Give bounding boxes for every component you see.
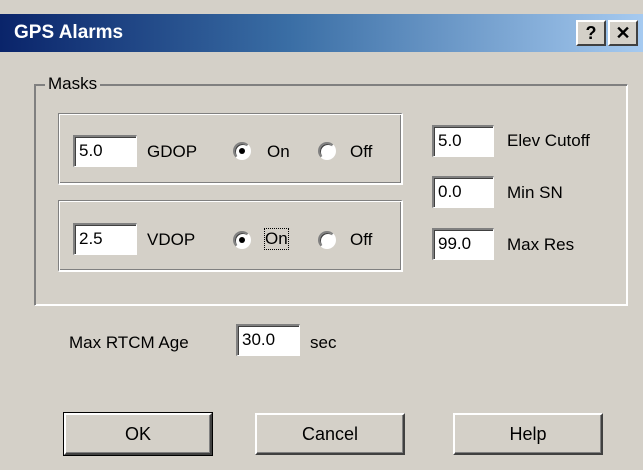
gdop-label: GDOP — [147, 142, 198, 161]
elev-cutoff-label: Elev Cutoff — [507, 131, 590, 150]
gdop-off-radio[interactable] — [318, 142, 336, 160]
max-res-label: Max Res — [507, 235, 575, 254]
gdop-off-label[interactable]: Off — [350, 142, 372, 162]
max-rtcm-age-label: Max RTCM Age — [69, 333, 189, 352]
ok-button[interactable]: OK — [63, 412, 213, 456]
vdop-value-input[interactable]: 2.5 — [73, 223, 137, 255]
vdop-off-radio[interactable] — [318, 231, 336, 249]
title-bar[interactable]: GPS Alarms ? ✕ — [0, 14, 643, 52]
elev-cutoff-input[interactable]: 5.0 — [432, 125, 494, 157]
rtcm-unit-label: sec — [310, 333, 337, 352]
min-sn-input[interactable]: 0.0 — [432, 176, 494, 208]
cancel-button[interactable]: Cancel — [255, 413, 405, 455]
gps-alarms-dialog: GPS Alarms ? ✕ Masks 5.0 GDOP On Off 2.5… — [0, 0, 643, 470]
gdop-value-input[interactable]: 5.0 — [73, 135, 137, 167]
vdop-off-label[interactable]: Off — [350, 230, 372, 250]
vdop-on-label[interactable]: On — [264, 228, 289, 250]
help-question-button[interactable]: ? — [576, 20, 606, 46]
close-icon[interactable]: ✕ — [608, 20, 638, 46]
vdop-label: VDOP — [147, 230, 196, 249]
vdop-on-radio[interactable] — [233, 231, 251, 249]
max-res-input[interactable]: 99.0 — [432, 228, 494, 260]
gdop-on-radio[interactable] — [233, 142, 251, 160]
min-sn-label: Min SN — [507, 183, 563, 202]
gdop-on-label[interactable]: On — [267, 142, 290, 162]
help-button[interactable]: Help — [453, 413, 603, 455]
max-rtcm-age-input[interactable]: 30.0 — [236, 324, 300, 356]
masks-legend: Masks — [45, 74, 101, 94]
window-title: GPS Alarms — [14, 22, 124, 43]
